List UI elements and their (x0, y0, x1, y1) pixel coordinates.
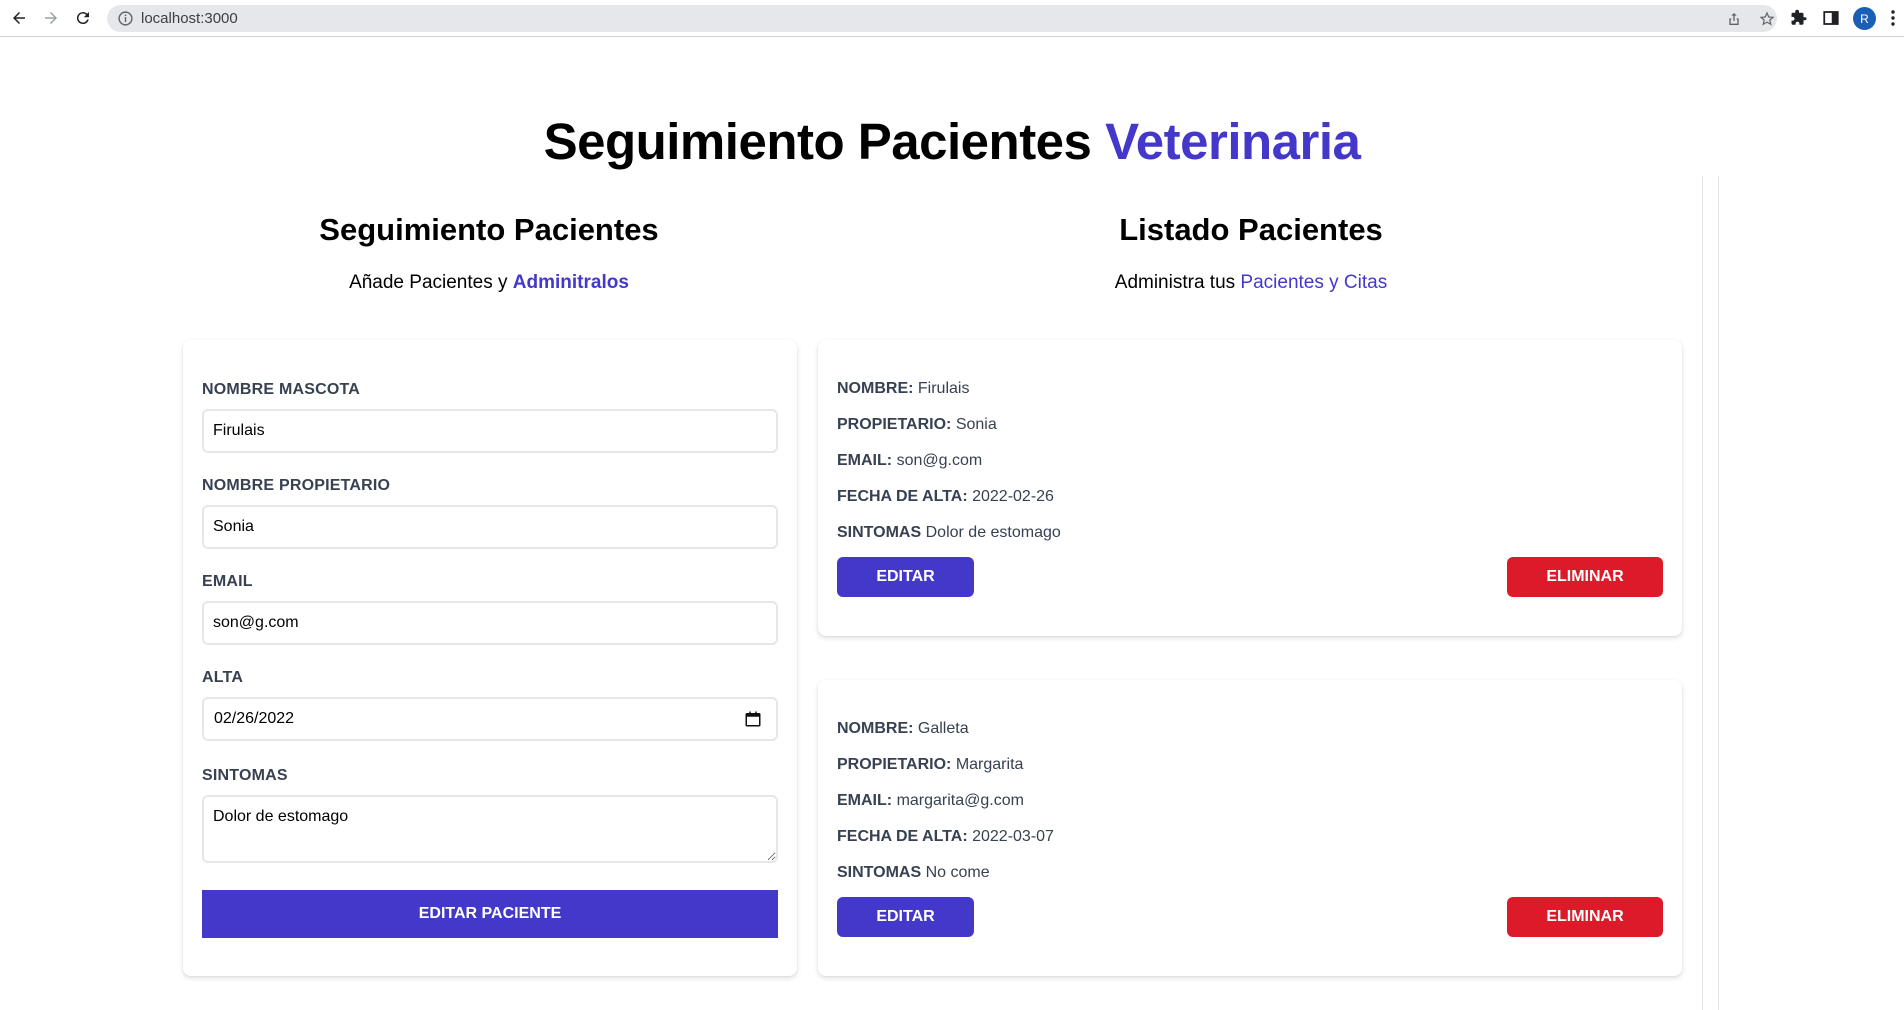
form-subtitle-prefix: Añade Pacientes y (349, 272, 508, 293)
email-label: EMAIL: (837, 792, 893, 809)
share-icon[interactable] (1726, 11, 1742, 27)
patient-owner-line: PROPIETARIO: Sonia (837, 416, 997, 434)
bookmark-star-icon[interactable] (1759, 11, 1775, 27)
edit-button[interactable]: EDITAR (837, 557, 974, 597)
patient-email: son@g.com (896, 452, 983, 469)
email-input[interactable] (202, 601, 778, 645)
owner-label: PROPIETARIO: (837, 756, 952, 773)
calendar-icon[interactable] (744, 710, 762, 728)
patient-name-line: NOMBRE: Galleta (837, 720, 969, 738)
profile-avatar[interactable]: R (1853, 7, 1876, 30)
patient-date-line: FECHA DE ALTA: 2022-03-07 (837, 828, 1054, 846)
date-label: FECHA DE ALTA: (837, 828, 968, 845)
site-info-icon[interactable] (117, 10, 134, 27)
patient-owner: Sonia (955, 416, 997, 433)
email-label: EMAIL: (837, 452, 893, 469)
browser-toolbar: localhost:3000 R (0, 0, 1904, 37)
address-bar[interactable]: localhost:3000 (107, 5, 1777, 32)
reload-icon[interactable] (72, 7, 94, 29)
patient-email-line: EMAIL: son@g.com (837, 452, 982, 470)
symptoms-label: SINTOMAS (202, 767, 288, 784)
form-subtitle-accent: Adminitralos (512, 272, 629, 293)
patient-symptoms-line: SINTOMAS Dolor de estomago (837, 524, 1061, 542)
pet-name-label: NOMBRE MASCOTA (202, 381, 361, 398)
url-text[interactable]: localhost:3000 (141, 10, 238, 27)
patient-date: 2022-02-26 (972, 488, 1054, 505)
edit-patient-button[interactable]: EDITAR PACIENTE (202, 890, 778, 938)
email-label: EMAIL (202, 573, 253, 590)
page-title: Seguimiento Pacientes Veterinaria (0, 112, 1904, 171)
owner-name-label: NOMBRE PROPIETARIO (202, 477, 391, 494)
patient-name: Galleta (917, 720, 969, 737)
date-label: ALTA (202, 669, 244, 686)
list-subtitle-prefix: Administra tus (1114, 272, 1236, 293)
list-section-title: Listado Pacientes (1119, 212, 1383, 247)
delete-button[interactable]: ELIMINAR (1507, 557, 1663, 597)
patient-date: 2022-03-07 (972, 828, 1054, 845)
list-section-subtitle: Administra tus Pacientes y Citas (818, 272, 1684, 294)
name-label: NOMBRE: (837, 380, 914, 397)
patient-symptoms-line: SINTOMAS No come (837, 864, 990, 882)
patient-symptoms: Dolor de estomago (925, 524, 1061, 541)
form-section-subtitle: Añade Pacientes y Adminitralos (183, 272, 795, 294)
symptoms-label: SINTOMAS (837, 524, 922, 541)
forward-icon[interactable] (40, 7, 62, 29)
symptoms-textarea[interactable]: Dolor de estomago (202, 795, 778, 863)
patient-owner-line: PROPIETARIO: Margarita (837, 756, 1023, 774)
date-label: FECHA DE ALTA: (837, 488, 968, 505)
patient-name-line: NOMBRE: Firulais (837, 380, 969, 398)
owner-name-input[interactable] (202, 505, 778, 549)
patient-email: margarita@g.com (896, 792, 1024, 809)
delete-button[interactable]: ELIMINAR (1507, 897, 1663, 937)
patient-name: Firulais (917, 380, 970, 397)
patient-date-line: FECHA DE ALTA: 2022-02-26 (837, 488, 1054, 506)
back-icon[interactable] (8, 7, 30, 29)
form-section-title: Seguimiento Pacientes (319, 212, 659, 247)
extensions-icon[interactable] (1790, 9, 1808, 27)
owner-label: PROPIETARIO: (837, 416, 952, 433)
page-title-accent: Veterinaria (1105, 113, 1361, 170)
patient-symptoms: No come (925, 864, 990, 881)
patient-owner: Margarita (955, 756, 1024, 773)
name-label: NOMBRE: (837, 720, 914, 737)
pet-name-input[interactable] (202, 409, 778, 453)
scroll-track-border (1702, 176, 1703, 1010)
date-input[interactable] (202, 697, 778, 741)
more-menu-icon[interactable] (1890, 9, 1896, 27)
symptoms-label: SINTOMAS (837, 864, 922, 881)
page-title-main: Seguimiento Pacientes (543, 113, 1092, 170)
scroll-track-border-right (1718, 176, 1719, 1010)
list-subtitle-accent: Pacientes y Citas (1240, 272, 1388, 293)
edit-button[interactable]: EDITAR (837, 897, 974, 937)
side-panel-icon[interactable] (1822, 9, 1840, 27)
patient-email-line: EMAIL: margarita@g.com (837, 792, 1024, 810)
